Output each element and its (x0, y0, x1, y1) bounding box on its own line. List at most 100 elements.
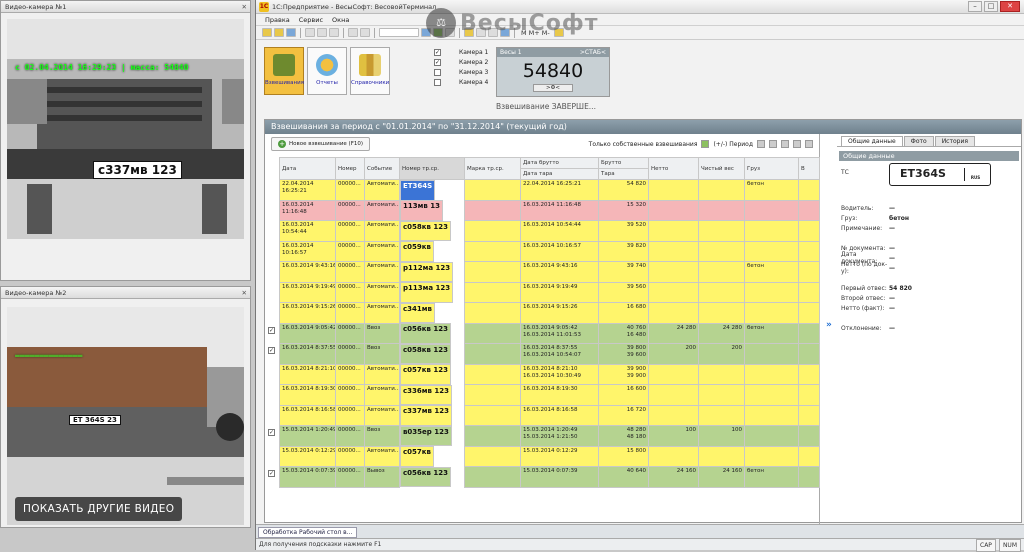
cell-gross[interactable]: 15 800 (598, 445, 649, 467)
cell-number[interactable]: 00000... (335, 425, 365, 447)
table-row[interactable]: 16.03.2014 8:16:58 00000... Автомати... с33… (279, 404, 820, 426)
cell-clean-weight[interactable] (698, 220, 745, 242)
cell-gross[interactable]: 39 520 (598, 220, 649, 242)
row-checkbox[interactable]: ✓ (268, 470, 275, 477)
cell-gross-date[interactable]: 15.03.2014 0:07:39 (520, 466, 599, 488)
cell-extra[interactable] (798, 363, 820, 385)
row-checkbox[interactable]: ✓ (268, 347, 275, 354)
weighings-button[interactable]: Взвешивания (264, 47, 304, 95)
cell-date[interactable]: 16.03.2014 9:19:49 (279, 281, 336, 303)
col-number[interactable]: Номер (335, 157, 365, 180)
table-row[interactable]: 16.03.2014 9:15:26 00000... Автомати... с34… (279, 302, 820, 324)
only-own-toggle[interactable]: Только собственные взвешивания (589, 141, 698, 148)
history-icon[interactable] (757, 140, 765, 148)
col-date[interactable]: Дата (279, 157, 336, 180)
cell-vehicle-brand[interactable] (464, 261, 521, 283)
cell-net[interactable] (648, 220, 699, 242)
table-row[interactable]: 16.03.2014 9:43:16 00000... Автомати... р11… (279, 261, 820, 283)
paste-icon[interactable] (329, 28, 339, 37)
cell-event[interactable]: Автомати... (364, 261, 400, 283)
cell-net[interactable] (648, 281, 699, 303)
cell-extra[interactable] (798, 281, 820, 303)
cell-event[interactable]: Ввоз (364, 425, 400, 447)
save-icon[interactable] (286, 28, 296, 37)
cell-vehicle-number[interactable]: с059кв (400, 241, 434, 262)
cell-gross[interactable]: 54 820 (598, 179, 649, 201)
cell-gross-date[interactable]: 16.03.2014 8:37:55 16.03.2014 10:54:07 (520, 343, 599, 365)
cell-extra[interactable] (798, 425, 820, 447)
cell-gross[interactable]: 40 760 16 480 (598, 322, 649, 344)
row-checkbox[interactable]: ✓ (268, 326, 275, 334)
cell-vehicle-brand[interactable] (464, 363, 521, 385)
menu-windows[interactable]: Окна (332, 14, 349, 25)
cell-gross-date[interactable]: 15.03.2014 1:20:49 15.03.2014 1:21:50 (520, 425, 599, 447)
cell-net[interactable]: 200 (648, 343, 699, 365)
col-vehicle-number[interactable]: Номер тр.ср. (399, 157, 465, 180)
col-clean-weight[interactable]: Чистый вес (698, 157, 745, 180)
cell-gross[interactable]: 39 740 (598, 261, 649, 283)
cell-clean-weight[interactable]: 24 280 (698, 322, 745, 344)
camera-4-row[interactable]: Камера 4 (434, 77, 488, 87)
cell-extra[interactable] (798, 199, 820, 221)
cell-extra[interactable] (798, 404, 820, 426)
cell-number[interactable]: 00000... (335, 220, 365, 242)
tab-general[interactable]: Общие данные (841, 136, 903, 146)
taskbar-item-workspace[interactable]: Обработка Рабочий стол в... (258, 527, 358, 538)
cell-cargo[interactable] (744, 384, 799, 406)
table-row[interactable]: 16.03.2014 10:54:44 00000... Автомати... с0… (279, 220, 820, 242)
col-extra[interactable]: В (798, 157, 820, 180)
cell-net[interactable]: 100 (648, 425, 699, 447)
col-net[interactable]: Нетто (648, 157, 699, 180)
cell-date[interactable]: 22.04.2014 16:25:21 (279, 179, 336, 201)
cell-gross[interactable]: 15 320 (598, 199, 649, 221)
redo-icon[interactable] (360, 28, 370, 37)
cell-vehicle-brand[interactable] (464, 179, 521, 201)
cell-clean-weight[interactable] (698, 281, 745, 303)
cell-gross[interactable]: 16 720 (598, 404, 649, 426)
refresh-icon[interactable] (701, 140, 710, 148)
cell-cargo[interactable] (744, 220, 799, 242)
cell-vehicle-number[interactable]: с341мв (400, 302, 435, 323)
maximize-button[interactable]: □ (984, 1, 998, 12)
cell-event[interactable]: Автомати... (364, 281, 400, 303)
cell-date[interactable]: 15.03.2014 0:07:39 (279, 466, 336, 488)
cell-extra[interactable] (798, 179, 820, 201)
cell-gross-date[interactable]: 16.03.2014 11:16:48 (520, 199, 599, 221)
new-weighing-button[interactable]: + Новое взвешивание (F10) (271, 137, 371, 151)
cell-extra[interactable] (798, 220, 820, 242)
cell-vehicle-brand[interactable] (464, 384, 521, 406)
cell-number[interactable]: 00000... (335, 199, 365, 221)
camera-3-row[interactable]: Камера 3 (434, 67, 488, 77)
cell-cargo[interactable] (744, 199, 799, 221)
filter-icon[interactable] (793, 140, 801, 148)
menu-edit[interactable]: Правка (265, 14, 290, 25)
new-icon[interactable] (262, 28, 272, 37)
clear-filter-icon[interactable] (805, 140, 813, 148)
cell-event[interactable]: Автомати... (364, 363, 400, 385)
close-window-button[interactable]: ✕ (1000, 1, 1020, 12)
cell-net[interactable]: 24 160 (648, 466, 699, 488)
cell-clean-weight[interactable]: 100 (698, 425, 745, 447)
cell-gross[interactable]: 39 800 39 600 (598, 343, 649, 365)
checkbox[interactable] (434, 78, 441, 86)
cell-vehicle-brand[interactable] (464, 425, 521, 447)
cell-number[interactable]: 00000... (335, 343, 365, 365)
camera-1-row[interactable]: ✓ Камера 1 (434, 47, 488, 57)
cell-vehicle-number[interactable]: р113ма 123 (400, 282, 454, 303)
cell-cargo[interactable] (744, 363, 799, 385)
cell-vehicle-brand[interactable] (464, 466, 521, 488)
close-icon[interactable]: ✕ (242, 1, 247, 13)
cell-net[interactable] (648, 240, 699, 262)
cell-gross-date[interactable]: 16.03.2014 9:19:49 (520, 281, 599, 303)
cell-gross-date[interactable]: 16.03.2014 8:21:10 16.03.2014 10:30:49 (520, 363, 599, 385)
cut-icon[interactable] (305, 28, 315, 37)
cell-event[interactable]: Вывоз (364, 466, 400, 488)
edit-icon[interactable] (769, 140, 777, 148)
cell-date[interactable]: 16.03.2014 8:37:55 (279, 343, 336, 365)
cell-vehicle-brand[interactable] (464, 322, 521, 344)
cell-gross[interactable]: 16 680 (598, 302, 649, 324)
cell-date[interactable]: 16.03.2014 9:15:26 (279, 302, 336, 324)
reports-button[interactable]: Отчеты (307, 47, 347, 95)
cell-extra[interactable] (798, 261, 820, 283)
cell-cargo[interactable] (744, 404, 799, 426)
